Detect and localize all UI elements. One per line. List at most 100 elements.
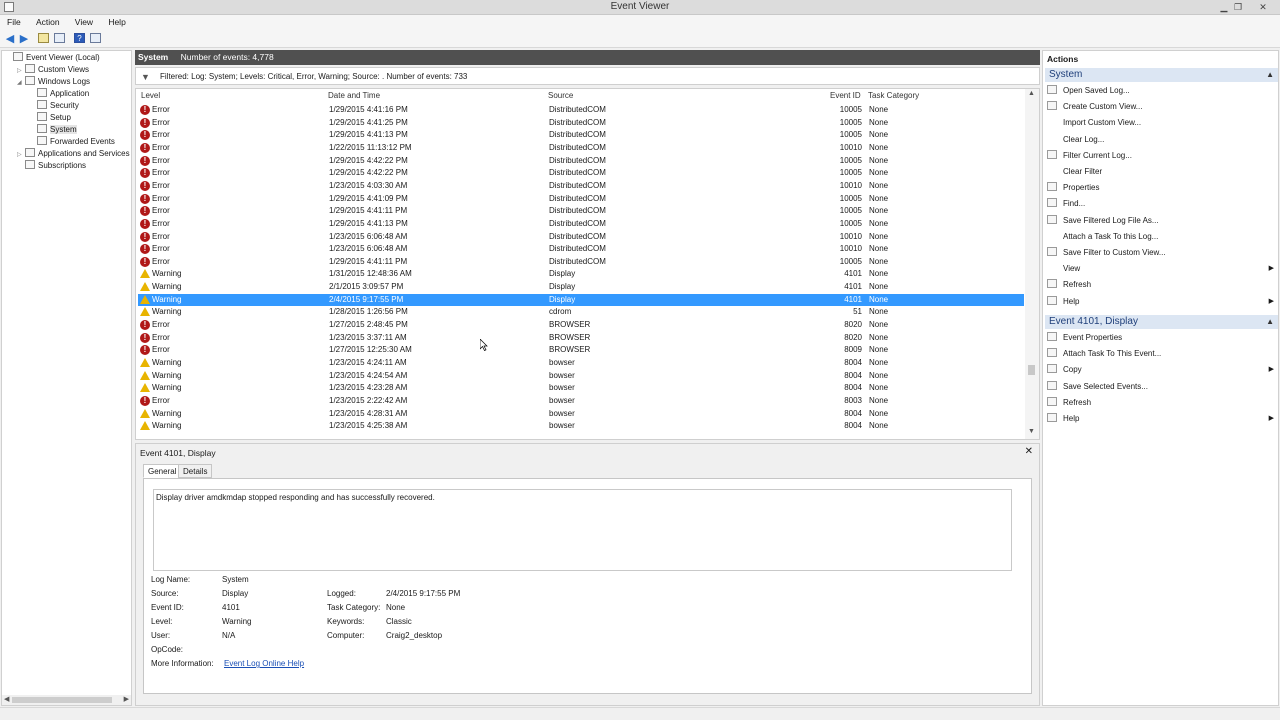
event-row[interactable]: Warning 2/1/2015 3:09:57 PM Display 4101 Non… [138,281,1024,294]
scroll-left-icon[interactable]: ◀ [4,695,9,703]
event-row[interactable]: ! Error 1/22/2015 11:13:12 PM DistributedCO… [138,142,1024,155]
action-properties[interactable]: Properties [1047,181,1276,195]
event-row[interactable]: ! Error 1/29/2015 4:41:09 PM DistributedCOM… [138,193,1024,206]
menu-help[interactable]: Help [108,15,125,30]
expander-icon[interactable]: ◢ [17,77,25,89]
event-row[interactable]: ! Error 1/29/2015 4:41:13 PM DistributedCOM… [138,129,1024,142]
forward-arrow-icon[interactable]: ▶ [18,33,30,45]
event-row[interactable]: Warning 1/23/2015 4:25:38 AM bowser 8004 Non… [138,420,1024,433]
event-id: 10005 [839,218,862,228]
event-source: DistributedCOM [549,105,606,114]
events-scrollbar[interactable]: ▲ ▼ [1025,89,1039,439]
tab-general[interactable]: General [143,464,182,478]
event-row[interactable]: Warning 1/23/2015 4:28:31 AM bowser 8004 Non… [138,408,1024,421]
scroll-thumb[interactable] [1028,365,1035,375]
tree-item-3[interactable]: Application [29,88,89,100]
actions-section-system[interactable]: System ▲ [1045,68,1278,82]
tree-item-9[interactable]: Subscriptions [17,160,86,172]
collapse-icon[interactable]: ▲ [1266,68,1274,82]
actions-section-event[interactable]: Event 4101, Display ▲ [1045,315,1278,329]
tree-item-6[interactable]: System [29,124,77,136]
show-hide-action-pane-icon[interactable] [90,33,101,43]
action-clear-log[interactable]: Clear Log... [1047,133,1276,147]
event-row[interactable]: ! Error 1/23/2015 6:06:48 AM DistributedCOM… [138,243,1024,256]
action-label: Save Filtered Log File As... [1063,215,1159,225]
event-row[interactable]: Warning 1/28/2015 1:26:56 PM cdrom 51 None [138,306,1024,319]
folder-up-icon[interactable] [38,33,49,43]
action-save-filter-to-custom-view[interactable]: Save Filter to Custom View... [1047,246,1276,260]
tab-details[interactable]: Details [178,464,213,478]
action-copy[interactable]: Copy ▶ [1047,363,1276,377]
action-filter-current-log[interactable]: Filter Current Log... [1047,149,1276,163]
action-open-saved-log[interactable]: Open Saved Log... [1047,84,1276,98]
action-create-custom-view[interactable]: Create Custom View... [1047,100,1276,114]
tree-item-8[interactable]: ▷ Applications and Services Lo [17,148,131,160]
event-row[interactable]: Warning 1/23/2015 4:24:11 AM bowser 8004 Non… [138,357,1024,370]
action-attach-task-to-this-event[interactable]: Attach Task To This Event... [1047,347,1276,361]
tree-horizontal-scrollbar[interactable]: ◀ ▶ [2,695,131,705]
action-find[interactable]: Find... [1047,197,1276,211]
event-row[interactable]: ! Error 1/27/2015 12:25:30 AM BROWSER 8009 No… [138,344,1024,357]
scroll-right-icon[interactable]: ▶ [124,695,129,703]
action-view[interactable]: View ▶ [1047,262,1276,276]
help-icon[interactable]: ? [74,33,85,43]
event-row[interactable]: ! Error 1/29/2015 4:41:11 PM DistributedCOM… [138,256,1024,269]
scroll-up-icon[interactable]: ▲ [1028,90,1035,97]
back-arrow-icon[interactable]: ◀ [4,33,16,45]
action-clear-filter[interactable]: Clear Filter [1047,165,1276,179]
tree-item-1[interactable]: ▷ Custom Views [17,64,89,76]
event-row[interactable]: ! Error 1/29/2015 4:41:16 PM DistributedCOM… [138,104,1024,117]
event-row[interactable]: ! Error 1/29/2015 4:42:22 PM DistributedCOM… [138,155,1024,168]
close-icon[interactable]: ✕ [1255,1,1271,13]
detail-close-icon[interactable]: ✕ [1025,446,1033,457]
menu-view[interactable]: View [75,15,93,30]
event-datetime: 2/4/2015 9:17:55 PM [329,294,404,304]
action-icon [1047,247,1057,256]
event-log-online-help-link[interactable]: Event Log Online Help [224,659,304,668]
column-header-source[interactable]: Source [548,89,573,103]
event-row[interactable]: Warning 1/31/2015 12:48:36 AM Display 4101 N… [138,268,1024,281]
event-row[interactable]: ! Error 1/29/2015 4:41:25 PM DistributedCOM… [138,117,1024,130]
event-row[interactable]: Warning 2/4/2015 9:17:55 PM Display 4101 Non… [138,293,1024,307]
tree-item-2[interactable]: ◢ Windows Logs [17,76,90,88]
action-help[interactable]: Help ▶ [1047,412,1276,426]
event-row[interactable]: ! Error 1/27/2015 2:48:45 PM BROWSER 8020 Non… [138,319,1024,332]
column-header-date[interactable]: Date and Time [328,89,380,103]
event-row[interactable]: ! Error 1/29/2015 4:41:11 PM DistributedCOM… [138,205,1024,218]
event-row[interactable]: Warning 1/23/2015 4:23:28 AM bowser 8004 Non… [138,382,1024,395]
column-header-level[interactable]: Level [141,89,160,103]
menu-action[interactable]: Action [36,15,60,30]
collapse-icon[interactable]: ▲ [1266,315,1274,329]
restore-icon[interactable]: ❐ [1230,1,1246,13]
action-save-selected-events[interactable]: Save Selected Events... [1047,380,1276,394]
event-row[interactable]: Warning 1/23/2015 4:24:54 AM bowser 8004 Non… [138,370,1024,383]
action-refresh[interactable]: Refresh [1047,278,1276,292]
tree-item-0[interactable]: Event Viewer (Local) [5,52,100,64]
action-event-properties[interactable]: Event Properties [1047,331,1276,345]
event-level: Error [152,206,170,216]
action-icon [1047,380,1057,390]
tree-item-4[interactable]: Security [29,100,79,112]
action-save-filtered-log-file-as[interactable]: Save Filtered Log File As... [1047,214,1276,228]
event-row[interactable]: ! Error 1/23/2015 4:03:30 AM DistributedCOM… [138,180,1024,193]
action-refresh[interactable]: Refresh [1047,396,1276,410]
scroll-thumb[interactable] [12,697,112,703]
action-attach-a-task-to-this-log[interactable]: Attach a Task To this Log... [1047,230,1276,244]
show-hide-tree-icon[interactable] [54,33,65,43]
event-row[interactable]: ! Error 1/23/2015 3:37:11 AM BROWSER 8020 Non… [138,332,1024,345]
scroll-down-icon[interactable]: ▼ [1028,428,1035,435]
event-row[interactable]: ! Error 1/23/2015 6:06:48 AM DistributedCOM… [138,231,1024,244]
action-help[interactable]: Help ▶ [1047,295,1276,309]
tree-item-5[interactable]: Setup [29,112,71,124]
menu-file[interactable]: File [7,15,21,30]
keywords-value: Classic [386,617,412,626]
column-header-task-category[interactable]: Task Category [868,89,919,103]
event-message[interactable]: Display driver amdkmdap stopped respondi… [153,489,1012,571]
event-row[interactable]: ! Error 1/23/2015 2:22:42 AM bowser 8003 None [138,395,1024,408]
event-row[interactable]: ! Error 1/29/2015 4:42:22 PM DistributedCOM… [138,167,1024,180]
event-row[interactable]: ! Error 1/29/2015 4:41:13 PM DistributedCOM… [138,218,1024,231]
column-header-event-id[interactable]: Event ID [830,89,861,103]
event-source: DistributedCOM [549,168,606,178]
action-import-custom-view[interactable]: Import Custom View... [1047,116,1276,130]
tree-item-7[interactable]: Forwarded Events [29,136,115,148]
